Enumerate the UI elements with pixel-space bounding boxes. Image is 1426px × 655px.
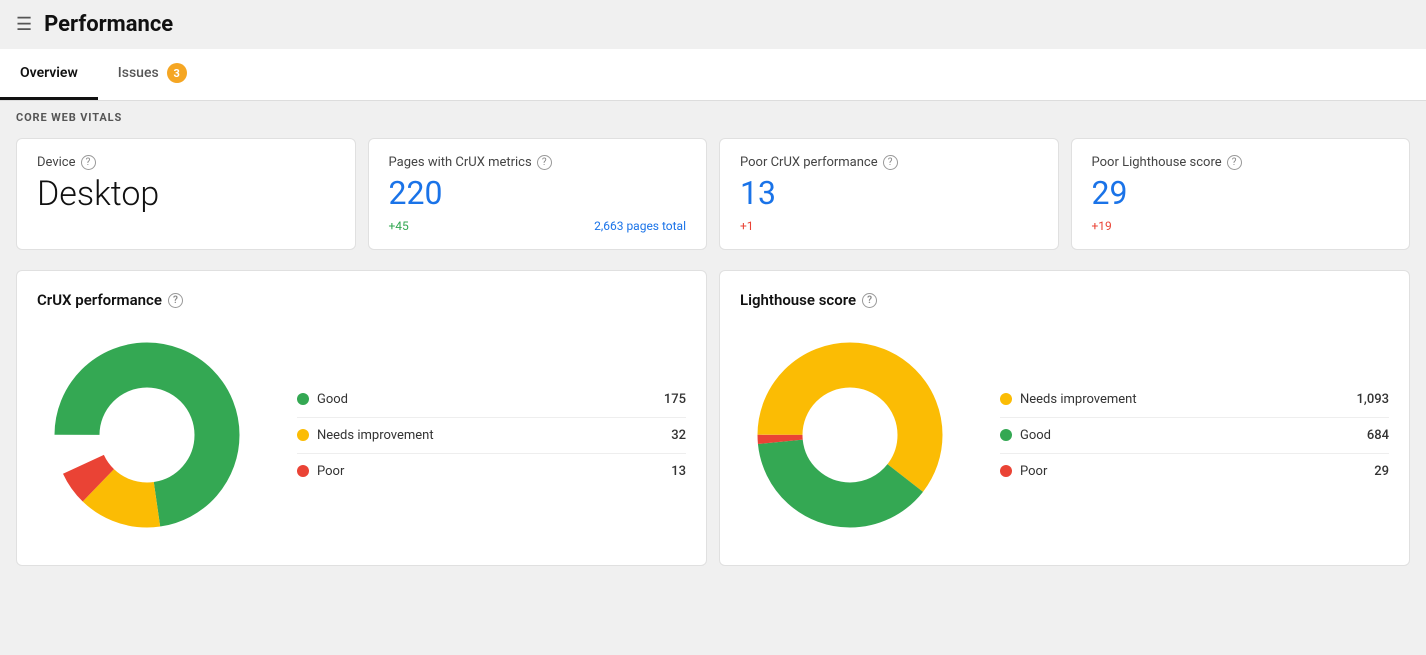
- chart-crux-content: Good 175 Needs improvement 32 Poor: [37, 325, 686, 545]
- page-title: Performance: [44, 12, 173, 37]
- legend-label-lh-poor: Poor: [1020, 464, 1047, 479]
- tab-overview-label: Overview: [20, 65, 78, 81]
- card-poor-crux-value: 13: [740, 176, 1038, 211]
- section-label: CORE WEB VITALS: [0, 101, 1426, 130]
- lighthouse-legend: Needs improvement 1,093 Good 684 Poor: [1000, 382, 1389, 489]
- legend-value-lh-ni: 1,093: [1357, 392, 1389, 407]
- tab-overview[interactable]: Overview: [0, 49, 98, 100]
- legend-value-ni: 32: [671, 428, 686, 443]
- card-pages-crux-value: 220: [389, 176, 687, 211]
- card-pages-crux: Pages with CrUX metrics ? 220 +45 2,663 …: [368, 138, 708, 250]
- card-pages-crux-sub: +45 2,663 pages total: [389, 219, 687, 233]
- chart-lighthouse-content: Needs improvement 1,093 Good 684 Poor: [740, 325, 1389, 545]
- tabs-bar: Overview Issues 3: [0, 49, 1426, 101]
- lighthouse-chart-help-icon[interactable]: ?: [862, 293, 877, 308]
- legend-dot-lh-good: [1000, 429, 1012, 441]
- crux-donut-svg: [37, 325, 257, 545]
- legend-dot-ni: [297, 429, 309, 441]
- charts-row: CrUX performance ? Good: [0, 262, 1426, 582]
- legend-label-poor: Poor: [317, 464, 344, 479]
- chart-lighthouse-title: Lighthouse score ?: [740, 291, 1389, 309]
- legend-item-good: Good 175: [297, 382, 686, 418]
- card-poor-lighthouse-sub: +19: [1092, 219, 1390, 233]
- cards-row: Device ? Desktop Pages with CrUX metrics…: [0, 130, 1426, 262]
- legend-dot-good: [297, 393, 309, 405]
- legend-label-lh-ni: Needs improvement: [1020, 392, 1137, 407]
- card-device-value: Desktop: [37, 176, 335, 213]
- device-help-icon[interactable]: ?: [81, 155, 96, 170]
- crux-donut: [37, 325, 257, 545]
- pages-crux-help-icon[interactable]: ?: [537, 155, 552, 170]
- legend-dot-lh-poor: [1000, 465, 1012, 477]
- legend-lh-good: Good 684: [1000, 418, 1389, 454]
- legend-lh-poor: Poor 29: [1000, 454, 1389, 489]
- legend-item-ni: Needs improvement 32: [297, 418, 686, 454]
- legend-lh-ni: Needs improvement 1,093: [1000, 382, 1389, 418]
- crux-chart-help-icon[interactable]: ?: [168, 293, 183, 308]
- lighthouse-donut-svg: [740, 325, 960, 545]
- card-device-label: Device ?: [37, 155, 335, 170]
- pages-crux-delta: +45: [389, 219, 409, 233]
- tab-issues-label: Issues: [118, 65, 159, 81]
- card-poor-crux-label: Poor CrUX performance ?: [740, 155, 1038, 170]
- legend-value-good: 175: [664, 392, 686, 407]
- legend-label-good: Good: [317, 392, 348, 407]
- card-poor-lighthouse: Poor Lighthouse score ? 29 +19: [1071, 138, 1411, 250]
- card-poor-lighthouse-value: 29: [1092, 176, 1390, 211]
- legend-item-poor: Poor 13: [297, 454, 686, 489]
- poor-crux-delta: +1: [740, 219, 754, 233]
- legend-dot-lh-ni: [1000, 393, 1012, 405]
- legend-value-lh-poor: 29: [1374, 464, 1389, 479]
- poor-lighthouse-delta: +19: [1092, 219, 1112, 233]
- header: ☰ Performance: [0, 0, 1426, 49]
- card-poor-lighthouse-label: Poor Lighthouse score ?: [1092, 155, 1390, 170]
- chart-lighthouse: Lighthouse score ?: [719, 270, 1410, 566]
- poor-crux-help-icon[interactable]: ?: [883, 155, 898, 170]
- card-device: Device ? Desktop: [16, 138, 356, 250]
- tab-issues[interactable]: Issues 3: [98, 49, 207, 100]
- legend-label-lh-good: Good: [1020, 428, 1051, 443]
- pages-crux-total: 2,663 pages total: [594, 219, 686, 233]
- legend-dot-poor: [297, 465, 309, 477]
- legend-label-ni: Needs improvement: [317, 428, 434, 443]
- card-poor-crux: Poor CrUX performance ? 13 +1: [719, 138, 1059, 250]
- legend-value-poor: 13: [671, 464, 686, 479]
- hamburger-icon[interactable]: ☰: [16, 14, 32, 35]
- poor-lighthouse-help-icon[interactable]: ?: [1227, 155, 1242, 170]
- issues-badge: 3: [167, 63, 187, 83]
- lighthouse-donut: [740, 325, 960, 545]
- card-poor-crux-sub: +1: [740, 219, 1038, 233]
- legend-value-lh-good: 684: [1367, 428, 1389, 443]
- card-pages-crux-label: Pages with CrUX metrics ?: [389, 155, 687, 170]
- chart-crux: CrUX performance ? Good: [16, 270, 707, 566]
- crux-legend: Good 175 Needs improvement 32 Poor: [297, 382, 686, 489]
- chart-crux-title: CrUX performance ?: [37, 291, 686, 309]
